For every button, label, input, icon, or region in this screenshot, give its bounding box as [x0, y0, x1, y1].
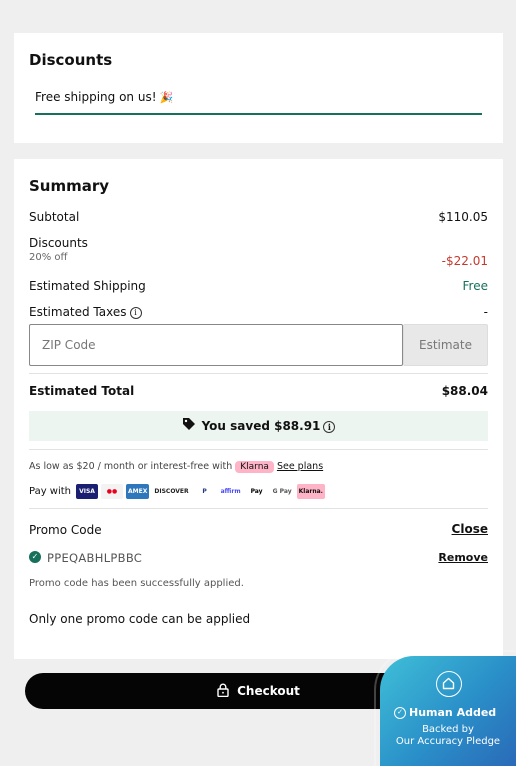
- pay-with-row: Pay with VISA ●● AMEX DISCOVER P affirm …: [29, 483, 328, 499]
- zip-estimator: Estimate: [29, 324, 488, 366]
- remove-promo-button[interactable]: Remove: [438, 551, 488, 564]
- total-label: Estimated Total: [29, 384, 135, 398]
- promo-success-message: Promo code has been successfully applied…: [29, 578, 244, 589]
- pay-with-label: Pay with: [29, 485, 72, 497]
- promo-code-title: Promo Code: [29, 523, 102, 537]
- discounts-row: Discounts 20% off -$22.01: [29, 236, 488, 268]
- discount-field[interactable]: Free shipping on us! 🎉: [35, 89, 482, 115]
- discounts-label: Discounts: [29, 236, 88, 250]
- lock-icon: [217, 683, 229, 700]
- discover-icon: DISCOVER: [152, 483, 191, 499]
- amex-icon: AMEX: [126, 483, 150, 499]
- verified-check-icon: ✓: [394, 707, 406, 719]
- tag-icon: [182, 412, 196, 442]
- check-circle-icon: ✓: [29, 551, 41, 563]
- divider: [29, 449, 488, 450]
- checkout-label: Checkout: [237, 683, 300, 698]
- visa-icon: VISA: [76, 483, 99, 499]
- divider: [29, 373, 488, 374]
- accuracy-badge[interactable]: ✓ Human Added Backed by Our Accuracy Pled…: [374, 650, 516, 766]
- total-value: $88.04: [441, 384, 488, 398]
- accuracy-pledge-text: Backed by Our Accuracy Pledge: [395, 724, 501, 747]
- promo-limit-message: Only one promo code can be applied: [29, 612, 251, 626]
- summary-card: Summary Subtotal $110.05 Discounts 20% o…: [14, 159, 503, 659]
- taxes-label-wrap: Estimated Taxes i: [29, 305, 142, 319]
- shipping-label: Estimated Shipping: [29, 279, 146, 293]
- info-icon[interactable]: i: [129, 306, 142, 319]
- divider: [29, 508, 488, 509]
- subtotal-value: $110.05: [438, 210, 488, 224]
- subtotal-label: Subtotal: [29, 210, 80, 224]
- apple-pay-icon: Pay: [245, 483, 268, 499]
- promo-code-value: PPEQABHLPBBC: [47, 551, 143, 565]
- paypal-icon: P: [193, 483, 216, 499]
- shipping-value: Free: [462, 279, 488, 293]
- google-pay-icon: G Pay: [270, 483, 294, 499]
- affirm-icon: affirm: [218, 483, 243, 499]
- zip-code-input[interactable]: [29, 324, 403, 366]
- discounts-title: Discounts: [29, 51, 113, 69]
- taxes-label: Estimated Taxes: [29, 305, 127, 319]
- estimate-button[interactable]: Estimate: [403, 324, 488, 366]
- low-as-text: As low as $20 / month or interest-free w…: [29, 461, 233, 472]
- see-plans-link[interactable]: See plans: [277, 461, 323, 472]
- info-icon[interactable]: i: [323, 420, 336, 433]
- applied-promo-row: ✓ PPEQABHLPBBC Remove: [29, 551, 488, 567]
- financing-text: As low as $20 / month or interest-free w…: [29, 461, 323, 473]
- savings-banner: You saved $88.91 i: [29, 411, 488, 441]
- discounts-sublabel: 20% off: [29, 252, 68, 263]
- promo-close-button[interactable]: Close: [452, 522, 488, 536]
- taxes-value: -: [483, 305, 488, 319]
- klarna-logo: Klarna: [235, 461, 274, 473]
- discounts-card: Discounts Free shipping on us! 🎉: [14, 33, 503, 143]
- discount-applied-text: Free shipping on us! 🎉: [35, 90, 174, 104]
- party-popper-icon: 🎉: [159, 91, 174, 104]
- home-icon: [436, 671, 462, 697]
- saved-text: You saved $88.91: [201, 419, 321, 433]
- human-added-label: ✓ Human Added: [394, 706, 496, 719]
- summary-title: Summary: [29, 177, 110, 195]
- discounts-value: -$22.01: [441, 254, 488, 268]
- mastercard-icon: ●●: [101, 483, 124, 499]
- klarna-icon: Klarna.: [296, 483, 325, 499]
